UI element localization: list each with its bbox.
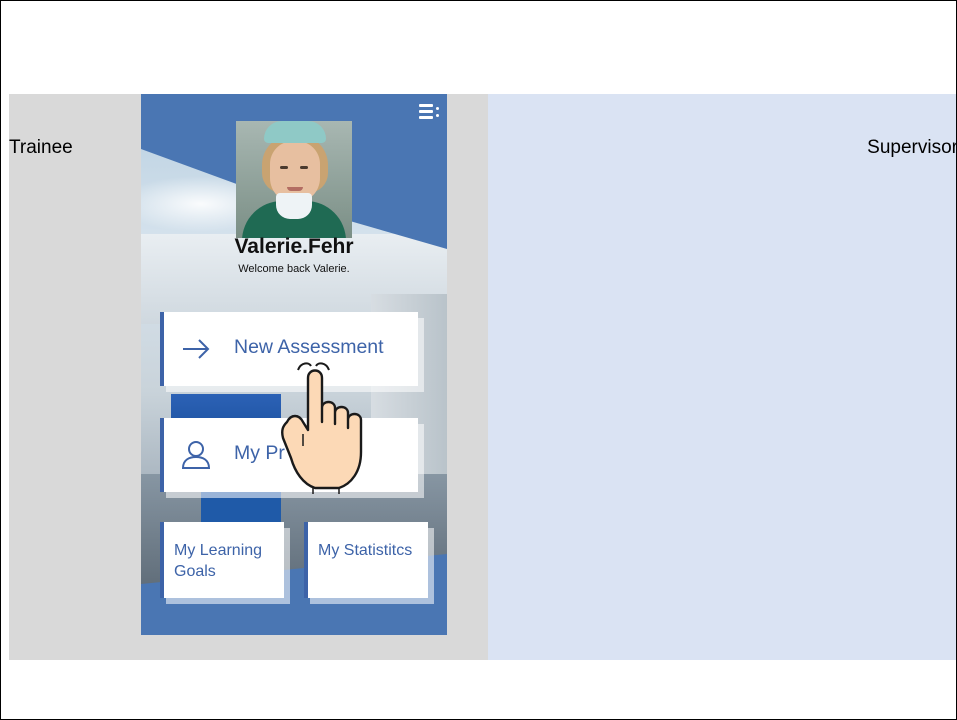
username: Valerie.Fehr bbox=[234, 235, 354, 258]
supervisor-panel: Supervisor bbox=[488, 94, 957, 660]
my-learning-goals-label: My Learning Goals bbox=[174, 542, 263, 580]
slide-frame: Trainee Valerie.Fehr Welcome back Valeri… bbox=[0, 0, 957, 720]
my-statistics-button[interactable]: My Statistitcs bbox=[304, 522, 428, 598]
user-icon bbox=[181, 441, 211, 469]
my-learning-goals-button[interactable]: My Learning Goals bbox=[160, 522, 284, 598]
tap-hand-icon bbox=[281, 362, 363, 494]
content-band: Trainee Valerie.Fehr Welcome back Valeri… bbox=[9, 94, 957, 660]
new-assessment-label: New Assessment bbox=[234, 336, 384, 358]
avatar bbox=[236, 121, 352, 238]
phone-screenshot: Valerie.Fehr Welcome back Valerie. New A… bbox=[141, 94, 447, 635]
my-statistics-label: My Statistitcs bbox=[318, 542, 413, 559]
arrow-right-icon bbox=[183, 339, 210, 359]
hamburger-menu-icon[interactable] bbox=[419, 104, 441, 120]
trainee-label: Trainee bbox=[9, 137, 73, 158]
trainee-panel: Trainee Valerie.Fehr Welcome back Valeri… bbox=[9, 94, 488, 660]
welcome-message: Welcome back Valerie. bbox=[238, 263, 350, 275]
supervisor-label: Supervisor bbox=[867, 137, 957, 158]
